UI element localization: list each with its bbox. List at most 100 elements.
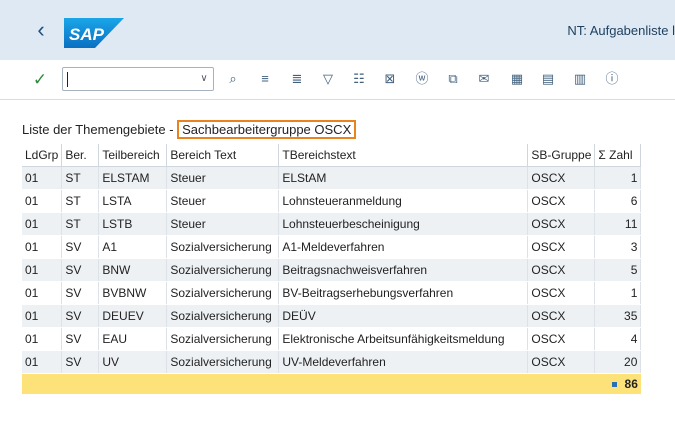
command-field[interactable]: ∨ [62, 67, 214, 91]
cell-sb-gruppe: OSCX [527, 212, 596, 236]
cell-teilbereich: LSTB [98, 212, 168, 236]
cell-ber: SV [61, 281, 100, 305]
cell-ber: ST [61, 212, 100, 236]
cell-bereich-text: Sozialversicherung [166, 281, 280, 305]
cell-ber: SV [61, 350, 100, 374]
cell-tbereichstext: A1-Meldeverfahren [278, 235, 529, 259]
cell-ldgrp: 01 [22, 166, 63, 190]
export-excel-icon[interactable]: ⊠ [380, 69, 400, 89]
spreadsheet-icon[interactable]: ▦ [507, 69, 527, 89]
cell-bereich-text: Sozialversicherung [166, 304, 280, 328]
cell-ldgrp: 01 [22, 212, 63, 236]
table-row[interactable]: 01 ST LSTA Steuer Lohnsteueranmeldung OS… [22, 189, 642, 213]
cell-ber: ST [61, 189, 100, 213]
info-icon[interactable]: ⓘ [602, 69, 622, 89]
column-header-zahl[interactable]: Σ Zahl [594, 144, 642, 167]
cell-sb-gruppe: OSCX [527, 258, 596, 282]
table-header-row: LdGrp Ber. Teilbereich Bereich Text TBer… [22, 144, 642, 167]
column-header-sb-gruppe[interactable]: SB-Gruppe [527, 144, 596, 167]
column-header-ber[interactable]: Ber. [61, 144, 100, 167]
cell-bereich-text: Steuer [166, 189, 280, 213]
column-header-bereich-text[interactable]: Bereich Text [166, 144, 280, 167]
cell-tbereichstext: Lohnsteuerbescheinigung [278, 212, 529, 236]
magnifier-icon[interactable]: ⌕ [223, 69, 243, 89]
layout-select-icon[interactable]: ▥ [570, 69, 590, 89]
mail-icon[interactable]: ✉ [474, 69, 494, 89]
list-title: Liste der Themengebiete - Sachbearbeiter… [22, 120, 357, 140]
title-bar: ‹ SAP NT: Aufgabenliste l [0, 0, 675, 60]
column-header-ldgrp[interactable]: LdGrp [22, 144, 63, 167]
cell-bereich-text: Sozialversicherung [166, 258, 280, 282]
total-row[interactable]: 86 [22, 373, 641, 395]
cell-ber: SV [61, 258, 100, 282]
table-body: 01 ST ELSTAM Steuer ELStAM OSCX 1 01 ST … [22, 166, 642, 395]
cell-teilbereich: UV [98, 350, 168, 374]
cell-ldgrp: 01 [22, 235, 63, 259]
list-title-prefix: Liste der Themengebiete - [22, 122, 178, 137]
local-file-icon[interactable]: ⧉ [443, 69, 463, 89]
cell-teilbereich: DEUEV [98, 304, 168, 328]
cell-tbereichstext: DEÜV [278, 304, 529, 328]
layout-change-icon[interactable]: ▤ [538, 69, 558, 89]
cell-tbereichstext: UV-Meldeverfahren [278, 350, 529, 374]
total-icon [611, 381, 617, 387]
cell-ldgrp: 01 [22, 304, 63, 328]
back-icon[interactable]: ‹ [30, 16, 52, 44]
application-toolbar: ✓ ∨ ⌕ ≡ ≣ ▽ ☷ ⊠ ⓦ ⧉ ✉ ▦ ▤ ▥ ⓘ [0, 60, 675, 100]
column-header-tbereichstext[interactable]: TBereichstext [278, 144, 529, 167]
chevron-down-icon[interactable]: ∨ [195, 68, 213, 90]
filter-icon[interactable]: ▽ [318, 69, 338, 89]
cell-zahl: 1 [594, 281, 642, 305]
table-row[interactable]: 01 ST ELSTAM Steuer ELStAM OSCX 1 [22, 166, 642, 190]
list-title-highlight: Sachbearbeitergruppe OSCX [177, 120, 357, 139]
data-table: LdGrp Ber. Teilbereich Bereich Text TBer… [22, 144, 642, 395]
cell-zahl: 20 [594, 350, 642, 374]
cell-ldgrp: 01 [22, 350, 63, 374]
table-row[interactable]: 01 SV EAU Sozialversicherung Elektronisc… [22, 327, 642, 351]
cell-zahl: 35 [594, 304, 642, 328]
cell-zahl: 11 [594, 212, 642, 236]
cell-ldgrp: 01 [22, 327, 63, 351]
cell-ber: SV [61, 304, 100, 328]
cell-teilbereich: ELSTAM [98, 166, 168, 190]
sap-logo-text: SAP [69, 25, 105, 44]
cell-zahl: 4 [594, 327, 642, 351]
word-icon[interactable]: ⓦ [412, 69, 432, 89]
table-row[interactable]: 01 ST LSTB Steuer Lohnsteuerbescheinigun… [22, 212, 642, 236]
cell-ldgrp: 01 [22, 281, 63, 305]
cell-zahl: 6 [594, 189, 642, 213]
table-row[interactable]: 01 SV UV Sozialversicherung UV-Meldeverf… [22, 350, 642, 374]
table-row[interactable]: 01 SV DEUEV Sozialversicherung DEÜV OSCX… [22, 304, 642, 328]
column-header-teilbereich[interactable]: Teilbereich [98, 144, 168, 167]
cell-sb-gruppe: OSCX [527, 166, 596, 190]
cell-teilbereich: A1 [98, 235, 168, 259]
cell-sb-gruppe: OSCX [527, 304, 596, 328]
cell-teilbereich: BNW [98, 258, 168, 282]
total-row-spacer [22, 373, 595, 395]
cell-teilbereich: LSTA [98, 189, 168, 213]
print-preview-icon[interactable]: ☷ [349, 69, 369, 89]
cell-bereich-text: Sozialversicherung [166, 327, 280, 351]
cell-tbereichstext: Elektronische Arbeitsunfähigkeitsmeldung [278, 327, 529, 351]
cell-zahl: 3 [594, 235, 642, 259]
cell-zahl: 5 [594, 258, 642, 282]
table-row[interactable]: 01 SV A1 Sozialversicherung A1-Meldeverf… [22, 235, 642, 259]
cell-ldgrp: 01 [22, 258, 63, 282]
align-right-icon[interactable]: ≣ [287, 69, 307, 89]
cell-sb-gruppe: OSCX [527, 350, 596, 374]
cell-ldgrp: 01 [22, 189, 63, 213]
text-caret [67, 72, 68, 87]
table-row[interactable]: 01 SV BNW Sozialversicherung Beitragsnac… [22, 258, 642, 282]
check-icon[interactable]: ✓ [31, 66, 49, 94]
cell-tbereichstext: BV-Beitragserhebungsverfahren [278, 281, 529, 305]
cell-bereich-text: Steuer [166, 166, 280, 190]
cell-tbereichstext: ELStAM [278, 166, 529, 190]
cell-teilbereich: EAU [98, 327, 168, 351]
total-cell: 86 [594, 373, 641, 395]
sap-logo: SAP [64, 18, 124, 48]
window-title: NT: Aufgabenliste l [567, 23, 675, 38]
align-center-icon[interactable]: ≡ [255, 69, 275, 89]
cell-tbereichstext: Beitragsnachweisverfahren [278, 258, 529, 282]
cell-sb-gruppe: OSCX [527, 189, 596, 213]
table-row[interactable]: 01 SV BVBNW Sozialversicherung BV-Beitra… [22, 281, 642, 305]
